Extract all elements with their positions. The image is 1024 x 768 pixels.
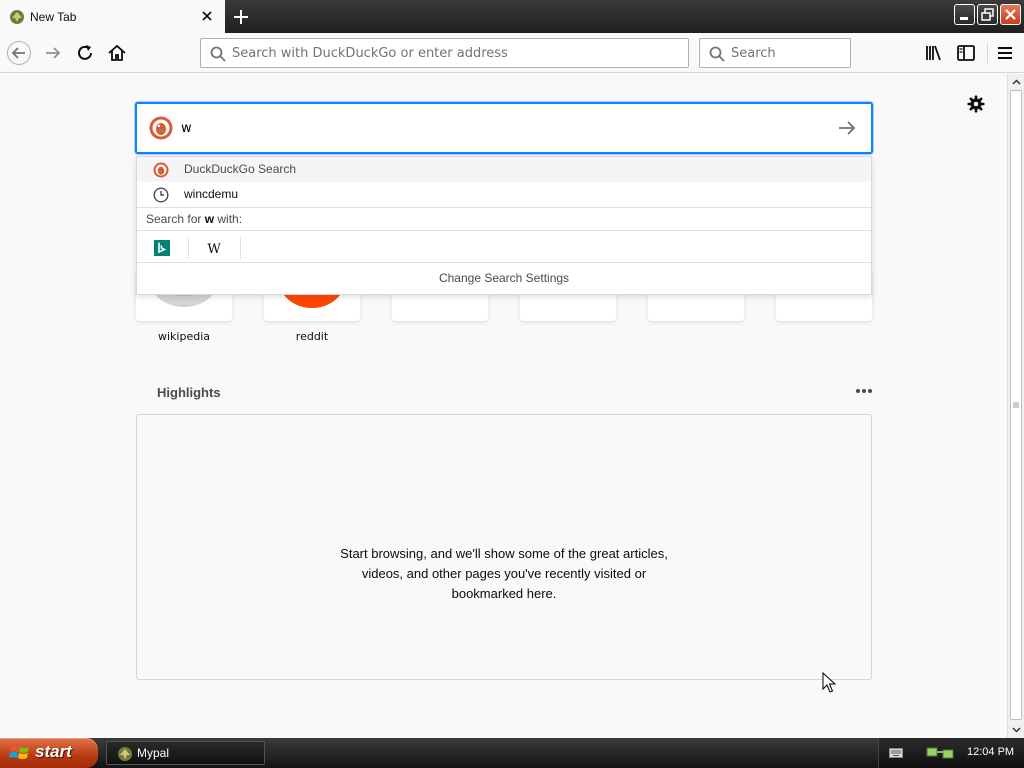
message-line: Start browsing, and we'll show some of t… (340, 546, 668, 561)
reload-icon[interactable] (73, 41, 97, 65)
scroll-up-arrow-icon[interactable] (1009, 75, 1024, 90)
highlights-heading: Highlights (157, 385, 221, 400)
taskbar: start Mypal 12:04 PM (0, 738, 1024, 768)
search-input[interactable] (731, 43, 841, 63)
network-icon[interactable] (925, 745, 959, 761)
search-for-prefix: Search for (146, 212, 202, 226)
topsite-label: wikipedia (157, 330, 210, 343)
taskbar-item-label: Mypal (137, 746, 170, 760)
topsite-label: reddit (295, 330, 329, 343)
divider (137, 207, 871, 208)
duckduckgo-icon (149, 116, 173, 140)
tab-strip: New Tab (0, 0, 1024, 33)
search-for-label: Search for w with: (146, 212, 242, 226)
page-search-input[interactable] (181, 118, 821, 138)
forward-arrow-icon[interactable] (41, 41, 65, 65)
highlights-message: Start browsing, and we'll show some of t… (137, 544, 871, 604)
windows-flag-icon (9, 746, 29, 759)
history-clock-icon (153, 187, 169, 203)
close-window-button[interactable] (1000, 4, 1021, 25)
search-for-suffix: with: (217, 212, 243, 226)
wikipedia-icon: W (207, 242, 221, 256)
suggestion-label: wincdemu (184, 187, 239, 201)
minimize-icon (960, 17, 968, 20)
suggestion-label: DuckDuckGo Search (184, 162, 297, 176)
engine-separator (240, 237, 241, 259)
mypal-icon (118, 747, 132, 761)
mypal-icon (10, 10, 24, 24)
navigation-toolbar (0, 33, 1024, 73)
search-icon (709, 46, 725, 62)
restore-button[interactable] (977, 4, 998, 25)
scrollbar-thumb[interactable] (1010, 90, 1022, 720)
start-label: start (35, 742, 72, 761)
sidebar-toggle-icon[interactable] (954, 41, 978, 65)
minimize-button[interactable] (954, 4, 975, 25)
message-line: videos, and other pages you've recently … (361, 566, 647, 581)
message-line: bookmarked here. (451, 586, 557, 601)
screen: New Tab Search with DuckDuckGo or enter … (0, 0, 1024, 768)
duckduckgo-icon (153, 162, 169, 178)
vertical-scrollbar[interactable] (1007, 74, 1024, 738)
gear-icon[interactable] (966, 94, 986, 114)
close-window-icon (1005, 9, 1016, 20)
tab-title: New Tab (30, 10, 77, 24)
more-options-icon[interactable] (854, 386, 874, 396)
search-suggestions-dropdown: DuckDuckGo Search wincdemu Search for w … (136, 156, 872, 295)
page-search-box[interactable] (135, 102, 873, 154)
restore-icon (981, 8, 994, 21)
wikipedia-engine-button[interactable]: W (189, 235, 239, 263)
highlights-empty-state: Start browsing, and we'll show some of t… (136, 414, 872, 680)
divider (137, 262, 871, 263)
toolbar-separator (987, 43, 988, 63)
scrollbar-grip-icon (1013, 402, 1019, 408)
mouse-cursor-icon (822, 672, 836, 693)
suggestion-item[interactable]: DuckDuckGo Search (137, 157, 871, 182)
address-input[interactable] (232, 43, 672, 63)
home-icon[interactable] (105, 41, 129, 65)
back-arrow-icon[interactable] (7, 41, 31, 65)
search-icon (210, 46, 226, 62)
start-button[interactable]: start (0, 738, 98, 768)
suggestion-item[interactable]: wincdemu (137, 182, 871, 207)
taskbar-item-mypal[interactable]: Mypal (106, 741, 265, 765)
svg-text:W: W (207, 242, 221, 256)
search-bar[interactable] (699, 38, 851, 68)
address-bar[interactable] (200, 38, 689, 68)
go-arrow-icon[interactable] (837, 119, 857, 137)
hamburger-menu-icon[interactable] (993, 41, 1017, 65)
system-tray: 12:04 PM (878, 738, 1024, 768)
bing-icon (154, 240, 170, 256)
scroll-down-arrow-icon[interactable] (1009, 722, 1024, 737)
keyboard-icon[interactable] (889, 747, 903, 759)
bing-engine-button[interactable] (137, 235, 187, 263)
new-tab-plus-icon[interactable] (230, 6, 252, 28)
close-tab-icon[interactable] (199, 8, 215, 24)
divider (137, 230, 871, 231)
clock: 12:04 PM (967, 746, 1015, 758)
library-icon[interactable] (922, 41, 946, 65)
tab-new-tab[interactable]: New Tab (0, 0, 225, 33)
change-search-settings-button[interactable]: Change Search Settings (137, 271, 871, 285)
search-for-term: w (204, 212, 215, 226)
